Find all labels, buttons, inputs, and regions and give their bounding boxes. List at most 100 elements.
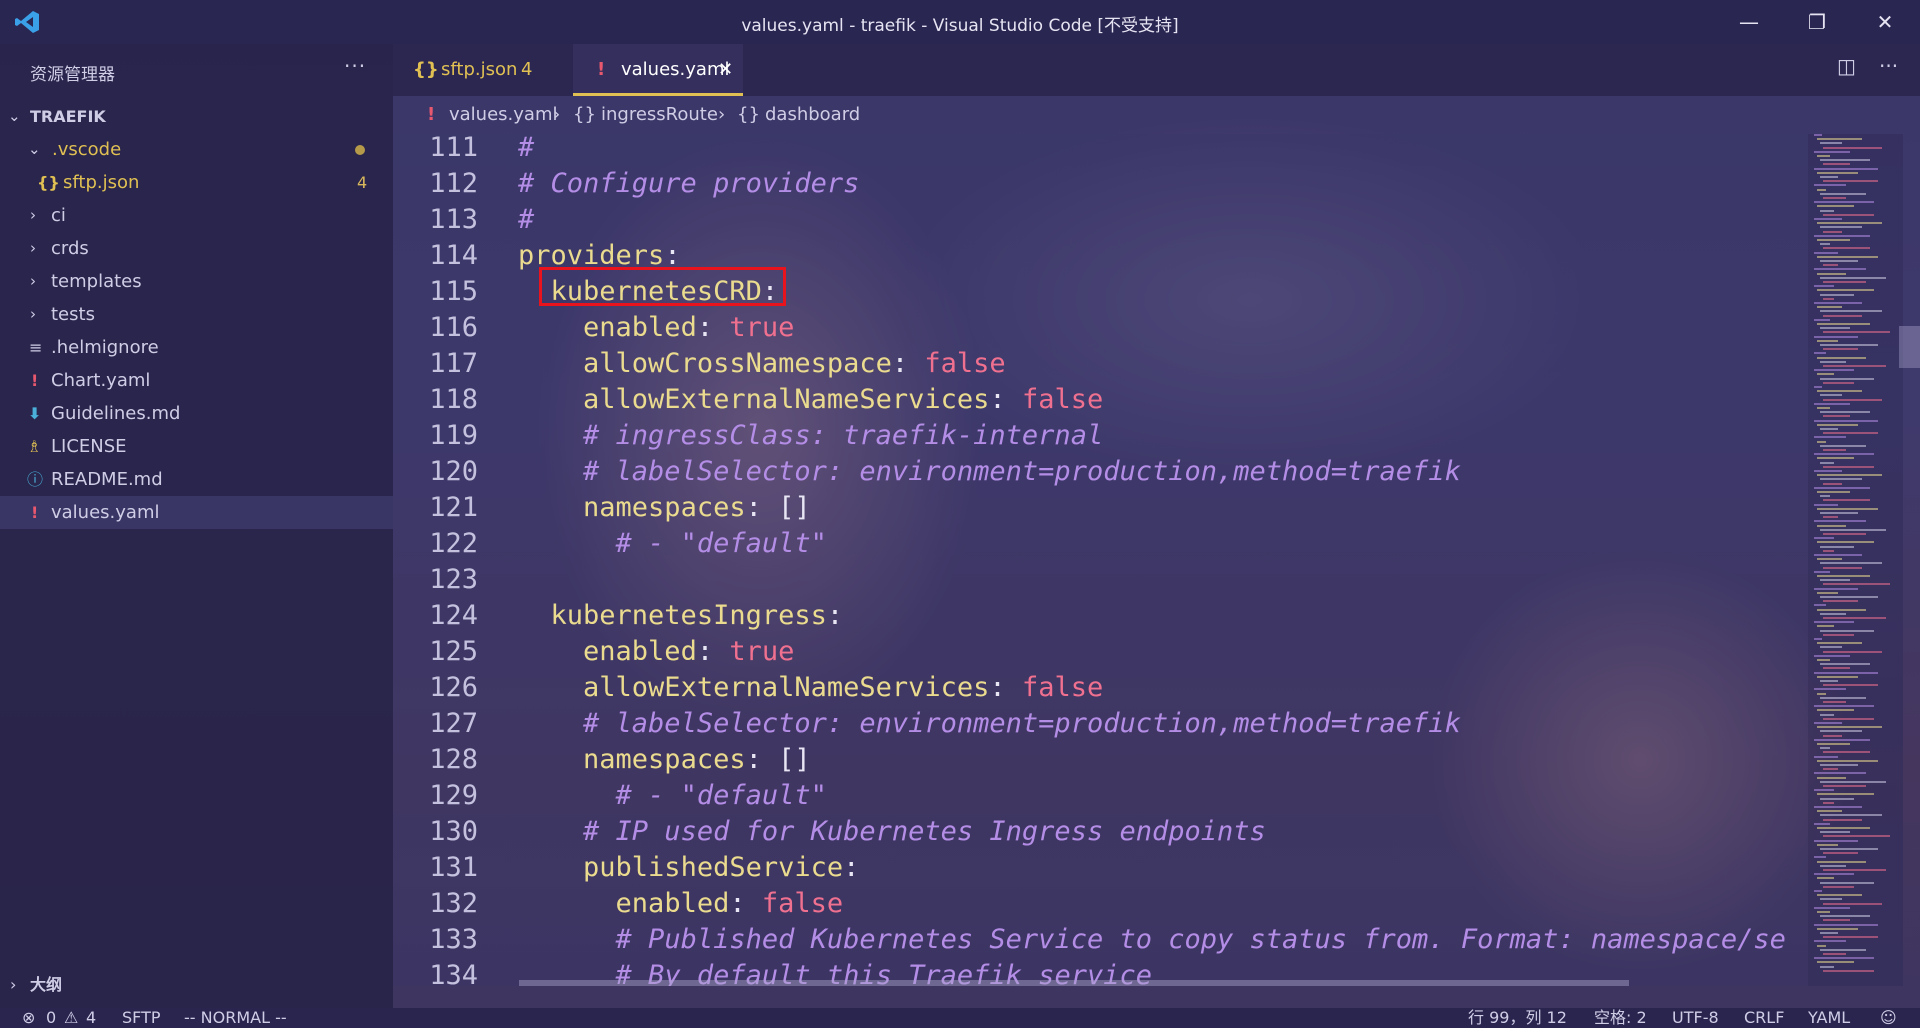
code-token: namespaces: [583, 492, 746, 523]
code-line[interactable]: 125 enabled: true: [393, 634, 1808, 670]
tree-item-helmignore[interactable]: ≡ .helmignore: [0, 331, 393, 364]
chevron-right-icon: ›: [30, 305, 36, 323]
restore-icon[interactable]: ❐: [1792, 8, 1842, 36]
code-line[interactable]: 113 #: [393, 202, 1808, 238]
tab-values-yaml[interactable]: ! values.yaml ✕: [573, 44, 743, 96]
lines-file-icon: ≡: [29, 338, 43, 357]
tree-item-label: .vscode: [52, 139, 122, 160]
minimap-line: [1823, 953, 1846, 955]
code-line[interactable]: 131 publishedService:: [393, 850, 1808, 886]
code-token: # labelSelector: environment=production,…: [583, 708, 1461, 739]
code-line[interactable]: 124 kubernetesIngress:: [393, 598, 1808, 634]
minimize-icon[interactable]: —: [1724, 8, 1774, 36]
code-line[interactable]: 117 allowCrossNamespace: false: [393, 346, 1808, 382]
code-line[interactable]: 112 # Configure providers: [393, 166, 1808, 202]
outline-section[interactable]: › 大纲: [0, 968, 393, 1001]
cursor-position[interactable]: 行 99，列 12: [1468, 1008, 1567, 1028]
code-line[interactable]: 120 # labelSelector: environment=product…: [393, 454, 1808, 490]
line-content: allowExternalNameServices: false: [518, 382, 1103, 418]
highlight-box: [539, 267, 786, 306]
minimap-line: [1820, 596, 1878, 598]
vertical-scrollbar[interactable]: [1899, 326, 1920, 368]
minimap-line: [1814, 554, 1862, 556]
modified-dot: [355, 145, 365, 155]
minimap-line: [1814, 470, 1842, 472]
error-icon[interactable]: ⊗: [22, 1008, 35, 1028]
more-actions-icon[interactable]: ···: [344, 54, 366, 78]
object-icon: {}: [573, 104, 596, 125]
tab-sftp-json[interactable]: {} sftp.json 4: [393, 44, 573, 96]
warning-count[interactable]: 4: [86, 1008, 96, 1028]
tree-item-chart-yaml[interactable]: ! Chart.yaml: [0, 364, 393, 397]
minimap-line: [1817, 944, 1826, 947]
breadcrumb-dashboard[interactable]: dashboard: [765, 96, 860, 134]
code-token: :: [989, 384, 1022, 415]
line-endings[interactable]: CRLF: [1744, 1008, 1784, 1028]
tree-item-sftp-json[interactable]: {} sftp.json 4: [0, 166, 393, 199]
tree-item-tests[interactable]: › tests: [0, 298, 393, 331]
tree-item-license[interactable]: ♗ LICENSE: [0, 430, 393, 463]
line-number: 125: [429, 636, 478, 667]
feedback-icon[interactable]: ☺: [1880, 1008, 1897, 1028]
minimap-line: [1823, 516, 1838, 519]
code-line[interactable]: 127 # labelSelector: environment=product…: [393, 706, 1808, 742]
more-actions-icon[interactable]: ···: [1879, 54, 1898, 78]
tree-item-crds[interactable]: › crds: [0, 232, 393, 265]
code-token: #: [518, 134, 535, 163]
code-line[interactable]: 129 # - "default": [393, 778, 1808, 814]
code-line[interactable]: 128 namespaces: []: [393, 742, 1808, 778]
minimap-line: [1817, 339, 1838, 342]
object-icon: {}: [737, 104, 760, 125]
chevron-right-icon: ›: [553, 104, 561, 125]
code-line[interactable]: 122 # - "default": [393, 526, 1808, 562]
split-editor-icon[interactable]: ◫: [1837, 54, 1856, 78]
workspace-root[interactable]: ⌄ TRAEFIK: [0, 100, 393, 133]
sftp-status[interactable]: SFTP: [122, 1008, 161, 1028]
code-line[interactable]: 132 enabled: false: [393, 886, 1808, 922]
line-content: # Configure providers: [518, 166, 859, 202]
minimap-line: [1823, 348, 1858, 351]
close-tab-icon[interactable]: ✕: [718, 44, 733, 96]
code-token: kubernetesIngress: [550, 600, 827, 631]
minimap-line: [1823, 717, 1874, 720]
tree-item-guidelines-md[interactable]: ⬇ Guidelines.md: [0, 397, 393, 430]
tree-item-vscode[interactable]: ⌄ .vscode: [0, 133, 393, 166]
line-number: 123: [429, 564, 478, 595]
encoding[interactable]: UTF-8: [1672, 1008, 1719, 1028]
code-line[interactable]: 121 namespaces: []: [393, 490, 1808, 526]
minimap-line: [1814, 335, 1858, 338]
minimap-line: [1823, 566, 1862, 569]
error-count[interactable]: 0: [46, 1008, 56, 1028]
code-line[interactable]: 133 # Published Kubernetes Service to co…: [393, 922, 1808, 958]
minimap-line: [1817, 306, 1842, 309]
minimap-line: [1823, 885, 1854, 888]
tree-item-readme-md[interactable]: ⓘ README.md: [0, 463, 393, 496]
code-line[interactable]: 116 enabled: true: [393, 310, 1808, 346]
horizontal-scrollbar[interactable]: [519, 980, 1629, 986]
close-window-icon[interactable]: ✕: [1860, 8, 1910, 36]
line-number: 129: [429, 780, 478, 811]
code-line[interactable]: 111 #: [393, 134, 1808, 166]
line-content: #: [518, 202, 534, 238]
status-bar: ⊗ 0 ⚠ 4 SFTP -- NORMAL -- 行 99，列 12 空格: …: [0, 1008, 1920, 1028]
code-line[interactable]: 126 allowExternalNameServices: false: [393, 670, 1808, 706]
breadcrumb-ingressroute[interactable]: ingressRoute: [601, 96, 718, 134]
language-mode[interactable]: YAML: [1808, 1008, 1850, 1028]
minimap-line: [1817, 709, 1854, 712]
minimap-line: [1820, 243, 1830, 246]
code-editor[interactable]: 111 #112 # Configure providers 113 #114 provi…: [393, 134, 1808, 986]
code-line[interactable]: 130 # IP used for Kubernetes Ingress end…: [393, 814, 1808, 850]
tree-item-values-yaml[interactable]: ! values.yaml: [0, 496, 393, 529]
code-line[interactable]: 118 allowExternalNameServices: false: [393, 382, 1808, 418]
breadcrumb-file[interactable]: values.yaml: [449, 96, 557, 134]
tree-item-ci[interactable]: › ci: [0, 199, 393, 232]
minimap[interactable]: [1808, 134, 1903, 986]
warning-icon[interactable]: ⚠: [64, 1008, 78, 1028]
indentation[interactable]: 空格: 2: [1594, 1008, 1647, 1028]
minimap-line: [1823, 365, 1886, 367]
tree-item-templates[interactable]: › templates: [0, 265, 393, 298]
code-line[interactable]: 119 # ingressClass: traefik-internal: [393, 418, 1808, 454]
code-line[interactable]: 123: [393, 562, 1808, 598]
minimap-line: [1817, 407, 1830, 409]
